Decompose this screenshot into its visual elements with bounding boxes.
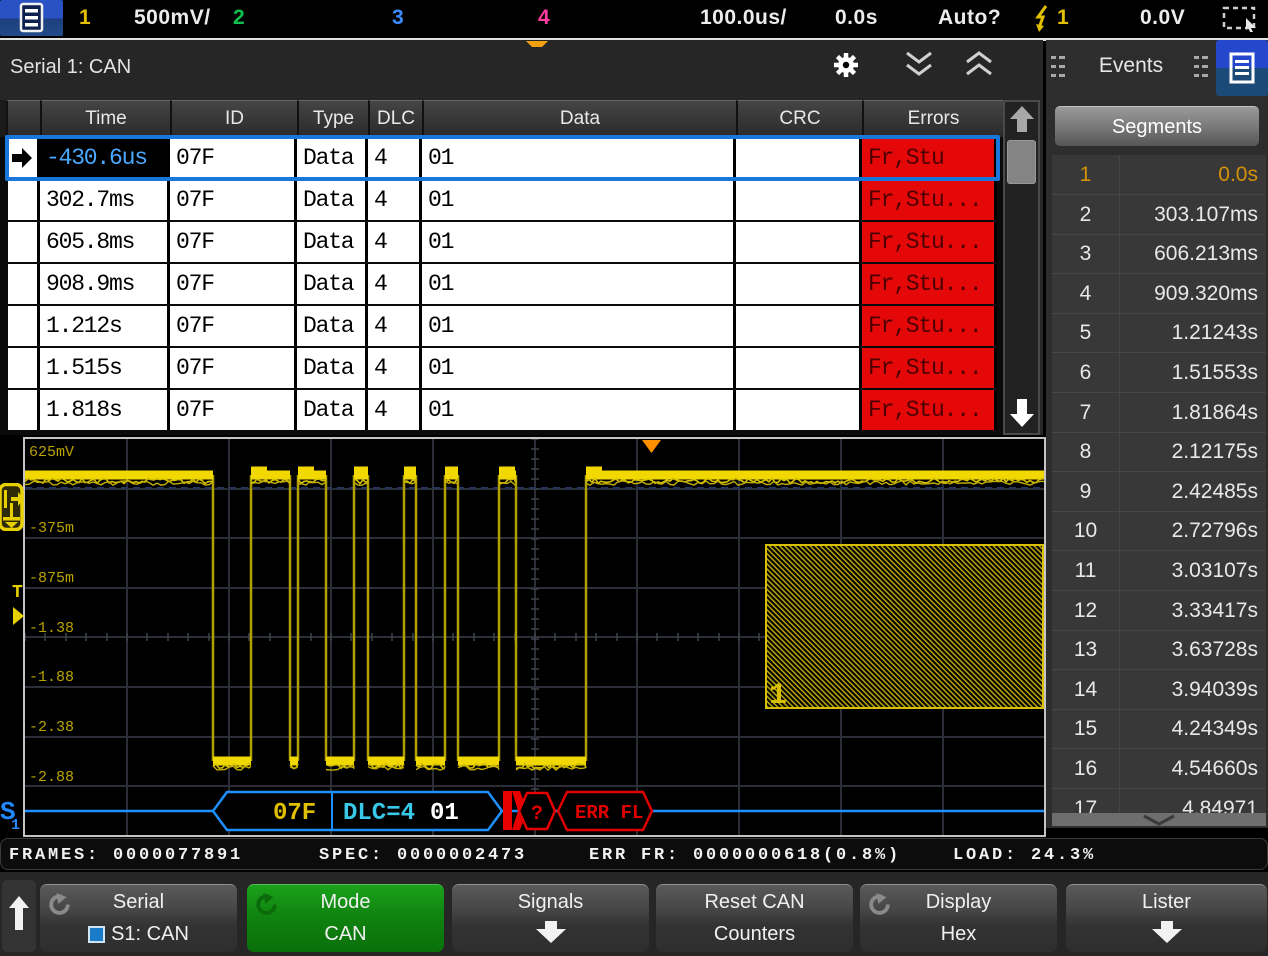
svg-text:?: ?	[531, 803, 543, 826]
svg-text:07F: 07F	[273, 800, 316, 827]
svg-text:01: 01	[430, 800, 459, 827]
svg-text:DLC=4: DLC=4	[343, 800, 415, 827]
svg-text:ERR FL: ERR FL	[575, 802, 643, 824]
svg-text:1: 1	[769, 679, 787, 713]
